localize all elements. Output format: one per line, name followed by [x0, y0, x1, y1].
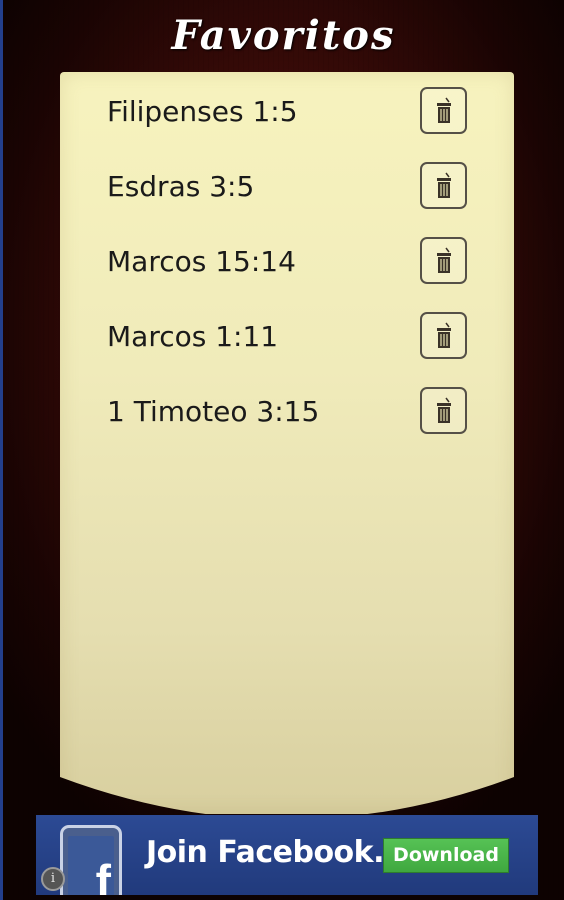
- app-screen: Favoritos Filipenses 1:5 Esdras 3:5 Marc…: [0, 0, 564, 900]
- favorites-list: Filipenses 1:5 Esdras 3:5 Marcos 15:14 M…: [60, 86, 514, 461]
- delete-favorite-button[interactable]: [420, 387, 467, 434]
- page-title: Favoritos: [171, 12, 396, 59]
- facebook-f-icon: f: [95, 855, 111, 895]
- list-item: 1 Timoteo 3:15: [60, 386, 514, 461]
- list-item: Filipenses 1:5: [60, 86, 514, 161]
- delete-favorite-button[interactable]: [420, 162, 467, 209]
- favorite-verse-link[interactable]: Esdras 3:5: [107, 170, 254, 203]
- delete-favorite-button[interactable]: [420, 87, 467, 134]
- ad-headline: Join Facebook.: [146, 835, 385, 870]
- delete-favorite-button[interactable]: [420, 237, 467, 284]
- trash-icon: [433, 247, 455, 275]
- favorite-verse-link[interactable]: Marcos 1:11: [107, 320, 278, 353]
- favorites-panel: Filipenses 1:5 Esdras 3:5 Marcos 15:14 M…: [60, 72, 514, 814]
- favorite-verse-link[interactable]: Filipenses 1:5: [107, 95, 298, 128]
- favorite-verse-link[interactable]: Marcos 15:14: [107, 245, 296, 278]
- download-button[interactable]: Download: [383, 838, 509, 873]
- list-item: Esdras 3:5: [60, 161, 514, 236]
- trash-icon: [433, 322, 455, 350]
- list-item: Marcos 1:11: [60, 311, 514, 386]
- ad-banner[interactable]: f i Join Facebook. Download: [36, 815, 538, 895]
- facebook-logo: f: [68, 836, 114, 895]
- delete-favorite-button[interactable]: [420, 312, 467, 359]
- trash-icon: [433, 97, 455, 125]
- trash-icon: [433, 172, 455, 200]
- favorite-verse-link[interactable]: 1 Timoteo 3:15: [107, 395, 319, 428]
- trash-icon: [433, 397, 455, 425]
- list-item: Marcos 15:14: [60, 236, 514, 311]
- info-icon[interactable]: i: [41, 867, 65, 891]
- facebook-phone-icon: f: [60, 825, 122, 895]
